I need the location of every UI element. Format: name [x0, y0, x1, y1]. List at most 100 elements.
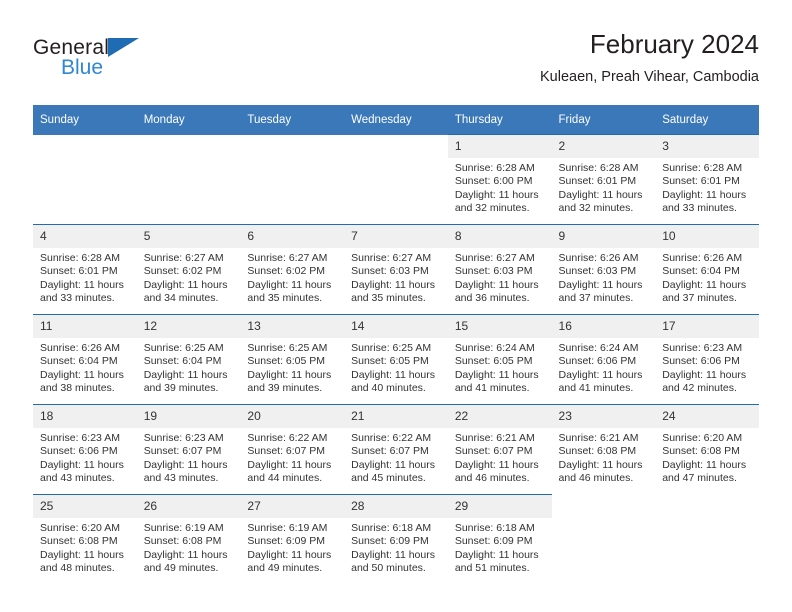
calendar-day-cell[interactable]: 2 Sunrise: 6:28 AM Sunset: 6:01 PM Daylight…: [551, 134, 656, 225]
daylight-duration-line2: and 49 minutes.: [247, 561, 323, 574]
calendar-day-cell[interactable]: 1 Sunrise: 6:28 AM Sunset: 6:00 PM Daylight…: [447, 134, 552, 225]
day-number: 10: [655, 225, 759, 248]
calendar-day-cell[interactable]: 17 Sunrise: 6:23 AM Sunset: 6:06 PM Dayligh…: [655, 314, 759, 405]
calendar-day-cell[interactable]: 15 Sunrise: 6:24 AM Sunset: 6:05 PM Dayligh…: [447, 314, 552, 405]
day-number: 7: [344, 225, 448, 248]
page-subtitle: Kuleaen, Preah Vihear, Cambodia: [540, 69, 759, 85]
day-number: 2: [551, 135, 656, 158]
sunrise-time: Sunrise: 6:24 AM: [454, 342, 535, 354]
calendar-cell-empty: [33, 134, 137, 225]
sunrise-time: Sunrise: 6:26 AM: [662, 252, 743, 264]
day-sun-info: Sunrise: 6:21 AM Sunset: 6:08 PM Daylight:…: [552, 428, 656, 485]
calendar-day-cell[interactable]: 14 Sunrise: 6:25 AM Sunset: 6:05 PM Dayligh…: [344, 314, 448, 405]
daylight-duration-line1: Daylight: 11 hours: [558, 188, 643, 201]
day-sun-info: Sunrise: 6:28 AM Sunset: 6:01 PM Daylight:…: [552, 158, 656, 215]
general-blue-logo[interactable]: General Blue: [33, 36, 243, 94]
calendar-day-cell[interactable]: 20 Sunrise: 6:22 AM Sunset: 6:07 PM Dayligh…: [240, 404, 345, 495]
daylight-duration-line1: Daylight: 11 hours: [40, 278, 124, 291]
day-sun-info: Sunrise: 6:20 AM Sunset: 6:08 PM Daylight:…: [655, 428, 759, 485]
daylight-duration-line2: and 32 minutes.: [558, 201, 634, 214]
calendar-day-cell[interactable]: 25 Sunrise: 6:20 AM Sunset: 6:08 PM Dayligh…: [33, 494, 137, 584]
calendar-day-cell[interactable]: 4 Sunrise: 6:28 AM Sunset: 6:01 PM Daylight…: [33, 224, 137, 315]
day-sun-info: Sunrise: 6:23 AM Sunset: 6:07 PM Daylight:…: [137, 428, 241, 485]
daylight-duration-line2: and 39 minutes.: [143, 381, 219, 394]
daylight-duration-line2: and 35 minutes.: [351, 291, 426, 304]
calendar-day-cell[interactable]: 18 Sunrise: 6:23 AM Sunset: 6:06 PM Dayligh…: [33, 404, 137, 495]
daylight-duration-line2: and 34 minutes.: [143, 291, 219, 304]
calendar-day-cell[interactable]: 13 Sunrise: 6:25 AM Sunset: 6:05 PM Dayligh…: [240, 314, 345, 405]
sunset-time: Sunset: 6:02 PM: [247, 265, 326, 278]
day-sun-info: Sunrise: 6:25 AM Sunset: 6:04 PM Daylight:…: [137, 338, 241, 395]
calendar-day-cell[interactable]: 24 Sunrise: 6:20 AM Sunset: 6:08 PM Dayligh…: [655, 404, 759, 495]
daylight-duration-line1: Daylight: 11 hours: [454, 188, 539, 201]
day-sun-info: Sunrise: 6:21 AM Sunset: 6:07 PM Daylight:…: [448, 428, 552, 485]
sunset-time: Sunset: 6:01 PM: [40, 265, 118, 278]
day-sun-info: Sunrise: 6:28 AM Sunset: 6:01 PM Daylight:…: [655, 158, 759, 215]
calendar-day-cell[interactable]: 28 Sunrise: 6:18 AM Sunset: 6:09 PM Dayligh…: [344, 494, 448, 584]
daylight-duration-line2: and 36 minutes.: [454, 291, 530, 304]
daylight-duration-line2: and 37 minutes.: [662, 291, 737, 304]
weekday-header-row: Sunday Monday Tuesday Wednesday Thursday Frid…: [33, 105, 759, 135]
sunrise-time: Sunrise: 6:27 AM: [247, 252, 328, 264]
daylight-duration-line1: Daylight: 11 hours: [454, 278, 539, 291]
sunset-time: Sunset: 6:08 PM: [143, 535, 222, 548]
calendar-day-cell[interactable]: 6 Sunrise: 6:27 AM Sunset: 6:02 PM Daylight…: [240, 224, 345, 315]
calendar-day-cell[interactable]: 11 Sunrise: 6:26 AM Sunset: 6:04 PM Dayligh…: [33, 314, 137, 405]
sunrise-time: Sunrise: 6:25 AM: [351, 342, 432, 354]
sunrise-time: Sunrise: 6:22 AM: [247, 432, 328, 444]
calendar-day-cell[interactable]: 8 Sunrise: 6:27 AM Sunset: 6:03 PM Daylight…: [447, 224, 552, 315]
daylight-duration-line2: and 40 minutes.: [351, 381, 426, 394]
day-sun-info: Sunrise: 6:28 AM Sunset: 6:01 PM Daylight:…: [33, 248, 137, 305]
calendar-day-cell[interactable]: 5 Sunrise: 6:27 AM Sunset: 6:02 PM Daylight…: [136, 224, 241, 315]
sunrise-time: Sunrise: 6:21 AM: [558, 432, 639, 444]
day-sun-info: Sunrise: 6:24 AM Sunset: 6:06 PM Daylight:…: [552, 338, 656, 395]
daylight-duration-line2: and 51 minutes.: [454, 561, 530, 574]
title-block: February 2024 Kuleaen, Preah Vihear, Cam…: [540, 28, 759, 87]
sunrise-time: Sunrise: 6:18 AM: [454, 522, 535, 534]
calendar-day-cell[interactable]: 19 Sunrise: 6:23 AM Sunset: 6:07 PM Dayligh…: [136, 404, 241, 495]
day-number: 3: [655, 135, 759, 158]
daylight-duration-line1: Daylight: 11 hours: [558, 368, 643, 381]
sunrise-time: Sunrise: 6:28 AM: [662, 162, 743, 174]
daylight-duration-line2: and 46 minutes.: [454, 471, 530, 484]
daylight-duration-line2: and 42 minutes.: [662, 381, 737, 394]
day-sun-info: Sunrise: 6:27 AM Sunset: 6:03 PM Daylight:…: [448, 248, 552, 305]
daylight-duration-line1: Daylight: 11 hours: [247, 278, 332, 291]
logo-text-blue: Blue: [61, 56, 104, 79]
daylight-duration-line1: Daylight: 11 hours: [40, 368, 124, 381]
sunrise-time: Sunrise: 6:27 AM: [351, 252, 432, 264]
day-number: 6: [240, 225, 345, 248]
calendar-day-cell[interactable]: 21 Sunrise: 6:22 AM Sunset: 6:07 PM Dayligh…: [344, 404, 448, 495]
sunset-time: Sunset: 6:05 PM: [351, 355, 429, 368]
sunrise-time: Sunrise: 6:26 AM: [558, 252, 639, 264]
calendar-day-cell[interactable]: 7 Sunrise: 6:27 AM Sunset: 6:03 PM Daylight…: [344, 224, 448, 315]
calendar-day-cell[interactable]: 16 Sunrise: 6:24 AM Sunset: 6:06 PM Dayligh…: [551, 314, 656, 405]
calendar-day-cell[interactable]: 29 Sunrise: 6:18 AM Sunset: 6:09 PM Dayligh…: [447, 494, 552, 584]
day-sun-info: Sunrise: 6:25 AM Sunset: 6:05 PM Daylight:…: [344, 338, 448, 395]
day-number: 5: [136, 225, 241, 248]
day-sun-info: Sunrise: 6:28 AM Sunset: 6:00 PM Daylight:…: [448, 158, 552, 215]
calendar-day-cell[interactable]: 23 Sunrise: 6:21 AM Sunset: 6:08 PM Dayligh…: [551, 404, 656, 495]
sunrise-time: Sunrise: 6:28 AM: [454, 162, 535, 174]
sunrise-time: Sunrise: 6:26 AM: [40, 342, 120, 354]
sunset-time: Sunset: 6:03 PM: [351, 265, 429, 278]
calendar-day-cell[interactable]: 9 Sunrise: 6:26 AM Sunset: 6:03 PM Daylight…: [551, 224, 656, 315]
calendar-day-cell[interactable]: 22 Sunrise: 6:21 AM Sunset: 6:07 PM Dayligh…: [447, 404, 552, 495]
sunset-time: Sunset: 6:09 PM: [351, 535, 429, 548]
sunrise-time: Sunrise: 6:19 AM: [143, 522, 224, 534]
calendar-day-cell[interactable]: 12 Sunrise: 6:25 AM Sunset: 6:04 PM Dayligh…: [136, 314, 241, 405]
day-sun-info: Sunrise: 6:26 AM Sunset: 6:04 PM Daylight:…: [33, 338, 137, 395]
daylight-duration-line1: Daylight: 11 hours: [143, 548, 228, 561]
day-number: 16: [551, 315, 656, 338]
calendar-day-cell[interactable]: 10 Sunrise: 6:26 AM Sunset: 6:04 PM Dayligh…: [655, 224, 759, 315]
daylight-duration-line1: Daylight: 11 hours: [454, 548, 539, 561]
calendar-day-cell[interactable]: 27 Sunrise: 6:19 AM Sunset: 6:09 PM Dayligh…: [240, 494, 345, 584]
day-sun-info: Sunrise: 6:27 AM Sunset: 6:02 PM Daylight:…: [240, 248, 344, 305]
sunset-time: Sunset: 6:01 PM: [558, 175, 637, 188]
calendar-week-row: 25 Sunrise: 6:20 AM Sunset: 6:08 PM Dayligh…: [33, 494, 759, 584]
daylight-duration-line2: and 49 minutes.: [143, 561, 219, 574]
weekday-header-wednesday: Wednesday: [344, 105, 448, 135]
calendar-day-cell[interactable]: 3 Sunrise: 6:28 AM Sunset: 6:01 PM Daylight…: [655, 134, 759, 225]
calendar-day-cell[interactable]: 26 Sunrise: 6:19 AM Sunset: 6:08 PM Dayligh…: [136, 494, 241, 584]
daylight-duration-line2: and 43 minutes.: [40, 471, 115, 484]
